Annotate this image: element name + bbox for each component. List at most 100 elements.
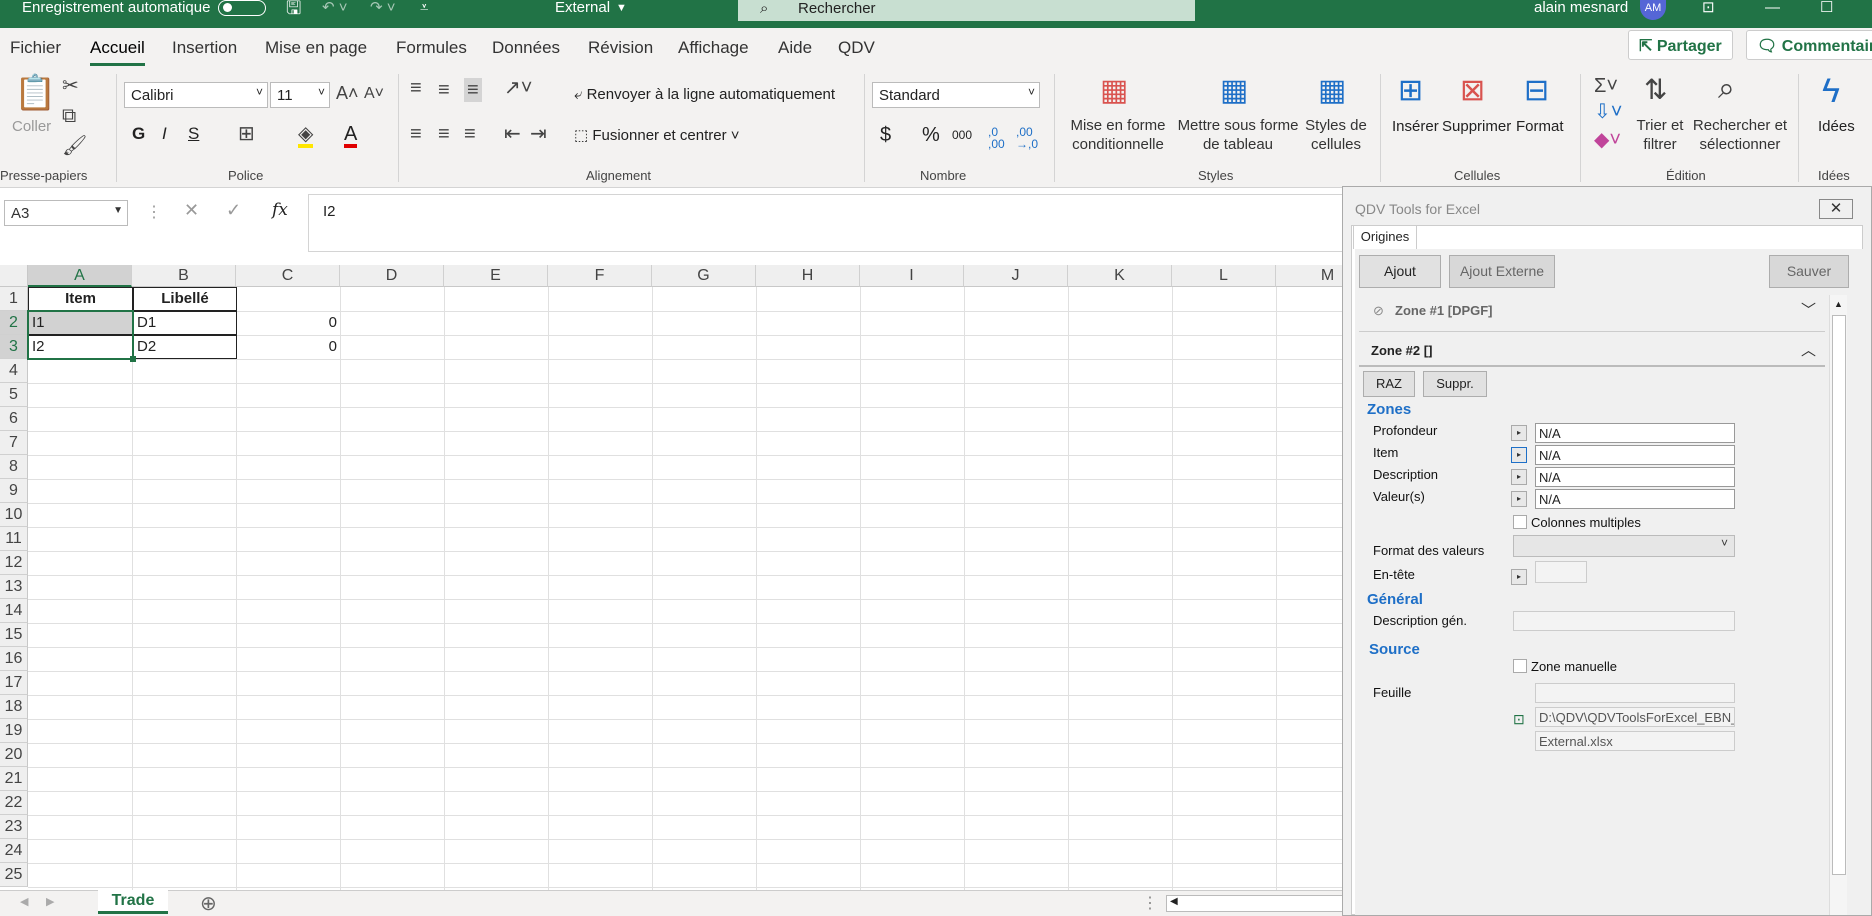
decrease-indent-icon[interactable]: ⇤ xyxy=(504,124,521,144)
italic-button[interactable]: I xyxy=(162,124,167,144)
borders-icon[interactable]: ⊞ xyxy=(238,124,255,144)
cancel-icon[interactable]: ✕ xyxy=(184,200,199,221)
tab-accueil[interactable]: Accueil xyxy=(90,38,145,66)
name-box[interactable]: A3 ▼ xyxy=(4,200,128,226)
splitter-icon[interactable]: ⋮ xyxy=(1142,893,1158,913)
general-description-field[interactable] xyxy=(1513,611,1735,631)
enter-icon[interactable]: ✓ xyxy=(226,200,241,221)
file-name[interactable]: External xyxy=(555,0,610,16)
save-button[interactable]: Sauver xyxy=(1769,255,1849,288)
shrink-font-icon[interactable]: A˅ xyxy=(364,86,384,102)
row-header-16[interactable]: 16 xyxy=(0,647,28,671)
clear-icon[interactable]: ◆˅ xyxy=(1594,130,1621,150)
decrease-decimal-icon[interactable]: ,00 →,0 xyxy=(1016,126,1038,150)
row-header-18[interactable]: 18 xyxy=(0,695,28,719)
add-sheet-icon[interactable]: ⊕ xyxy=(200,891,217,916)
row-header-6[interactable]: 6 xyxy=(0,407,28,431)
multi-columns-checkbox[interactable] xyxy=(1513,515,1527,529)
format-table-icon[interactable]: ▦ xyxy=(1220,76,1248,106)
customize-qat-icon[interactable]: ⩡ xyxy=(420,0,428,16)
find-select-button[interactable]: Rechercher et sélectionner xyxy=(1692,116,1788,154)
row-header-21[interactable]: 21 xyxy=(0,767,28,791)
align-center-icon[interactable]: ≡ xyxy=(438,124,450,144)
header-field[interactable] xyxy=(1535,561,1587,583)
path-field[interactable]: D:\QDV\QDVToolsForExcel_EBN_2020 xyxy=(1535,707,1735,727)
chevron-up-icon[interactable]: ︿ xyxy=(1801,339,1816,360)
spreadsheet-grid[interactable]: ABCDEFGHIJKLM 1 2 3 4 5 6 7 8 9 10 11 12 13 14 15 16 17 1… xyxy=(0,265,1345,890)
horizontal-scrollbar[interactable]: ◀ xyxy=(1166,895,1344,912)
cell-b1[interactable]: Libellé xyxy=(133,287,237,311)
ideas-icon[interactable]: ϟ xyxy=(1822,74,1840,108)
formula-input[interactable]: I2 xyxy=(308,194,1348,252)
cell-a1[interactable]: Item xyxy=(28,287,133,311)
ideas-label[interactable]: Idées xyxy=(1818,118,1855,135)
panel-scrollbar[interactable]: ▲ xyxy=(1829,295,1847,915)
find-select-icon[interactable]: ⌕ xyxy=(1718,74,1735,104)
row-header-11[interactable]: 11 xyxy=(0,527,28,551)
row-header-1[interactable]: 1 xyxy=(0,287,28,311)
tab-affichage[interactable]: Affichage xyxy=(678,38,749,58)
row-header-4[interactable]: 4 xyxy=(0,359,28,383)
tab-donnees[interactable]: Données xyxy=(492,38,560,58)
search-box[interactable]: ⌕ Rechercher xyxy=(738,0,1195,21)
merge-center-button[interactable]: ⬚ Fusionner et centrer ˅ xyxy=(574,126,740,144)
row-header-20[interactable]: 20 xyxy=(0,743,28,767)
fill-color-icon[interactable]: ◈ xyxy=(298,124,314,148)
scroll-thumb[interactable] xyxy=(1832,315,1846,875)
description-picker-icon[interactable]: ▸ xyxy=(1511,469,1527,485)
currency-button[interactable]: $ xyxy=(880,124,891,147)
select-all-corner[interactable] xyxy=(0,265,28,287)
share-button[interactable]: ⇱ Partager xyxy=(1628,30,1733,60)
row-header-23[interactable]: 23 xyxy=(0,815,28,839)
item-field[interactable]: N/A xyxy=(1535,445,1735,465)
cell-a2[interactable]: I1 xyxy=(28,311,133,335)
close-panel-button[interactable]: ✕ xyxy=(1819,199,1853,219)
fill-handle[interactable] xyxy=(130,356,136,362)
autosave-toggle[interactable] xyxy=(218,0,266,16)
format-cells-label[interactable]: Format xyxy=(1516,118,1564,135)
conditional-format-button[interactable]: Mise en forme conditionnelle xyxy=(1060,116,1176,154)
prev-sheet-icon[interactable]: ◀ xyxy=(20,895,28,908)
row-header-12[interactable]: 12 xyxy=(0,551,28,575)
column-header-d[interactable]: D xyxy=(340,265,444,287)
underline-button[interactable]: S xyxy=(188,124,199,144)
font-color-icon[interactable]: A xyxy=(344,124,358,148)
ribbon-display-icon[interactable]: ⊡ xyxy=(1702,0,1715,16)
add-external-button[interactable]: Ajout Externe xyxy=(1449,255,1555,288)
row-header-2[interactable]: 2 xyxy=(0,311,28,335)
manual-zone-checkbox[interactable] xyxy=(1513,659,1527,673)
reset-button[interactable]: RAZ xyxy=(1363,371,1415,397)
column-header-b[interactable]: B xyxy=(132,265,236,287)
sheet-tab-trade[interactable]: Trade xyxy=(98,890,168,914)
sort-filter-button[interactable]: Trier et filtrer xyxy=(1632,116,1688,154)
add-button[interactable]: Ajout xyxy=(1359,255,1441,288)
insert-function-icon[interactable]: fx xyxy=(272,200,288,220)
delete-zone-button[interactable]: Suppr. xyxy=(1423,371,1487,397)
insert-cells-label[interactable]: Insérer xyxy=(1392,118,1439,135)
increase-decimal-icon[interactable]: ,0 ,00 xyxy=(988,126,1008,150)
sort-filter-icon[interactable]: ⇅ xyxy=(1644,76,1667,104)
column-header-a[interactable]: A xyxy=(28,265,132,287)
row-header-24[interactable]: 24 xyxy=(0,839,28,863)
percent-button[interactable]: % xyxy=(922,124,940,147)
paste-icon[interactable]: 📋 xyxy=(14,76,56,110)
comments-button[interactable]: 🗨 Commentaires xyxy=(1746,30,1872,60)
cut-icon[interactable]: ✂ xyxy=(62,76,79,96)
row-header-15[interactable]: 15 xyxy=(0,623,28,647)
cell-styles-icon[interactable]: ▦ xyxy=(1318,76,1346,106)
delete-cells-label[interactable]: Supprimer xyxy=(1442,118,1511,135)
column-header-m[interactable]: M xyxy=(1276,265,1345,287)
column-header-h[interactable]: H xyxy=(756,265,860,287)
orientation-icon[interactable]: ↗˅ xyxy=(504,78,532,98)
row-header-14[interactable]: 14 xyxy=(0,599,28,623)
fill-icon[interactable]: ⇩˅ xyxy=(1594,102,1622,122)
copy-icon[interactable]: ⧉ xyxy=(62,106,76,126)
cell-c3[interactable]: 0 xyxy=(237,335,341,359)
row-header-5[interactable]: 5 xyxy=(0,383,28,407)
description-field[interactable]: N/A xyxy=(1535,467,1735,487)
font-name-select[interactable]: Calibri ˅ xyxy=(124,82,268,108)
column-header-e[interactable]: E xyxy=(444,265,548,287)
tab-revision[interactable]: Révision xyxy=(588,38,653,58)
next-sheet-icon[interactable]: ▶ xyxy=(46,895,54,908)
tab-aide[interactable]: Aide xyxy=(778,38,812,58)
